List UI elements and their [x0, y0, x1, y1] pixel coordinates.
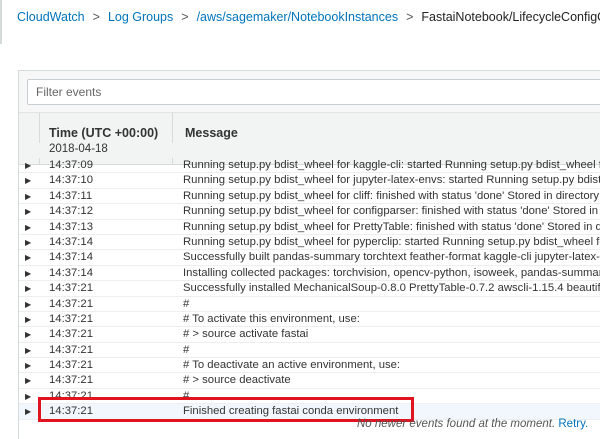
expand-caret-icon[interactable]: ▶	[25, 373, 31, 387]
log-row-time: 14:37:09	[49, 159, 93, 171]
log-row-time: 14:37:21	[49, 312, 93, 325]
log-row-message: Successfully installed MechanicalSoup-0.…	[183, 282, 600, 295]
breadcrumb-separator: >	[406, 10, 414, 24]
log-row[interactable]: ▶ 14:37:21 # > source activate fastai	[19, 327, 600, 343]
breadcrumb: CloudWatch > Log Groups > /aws/sagemaker/Not…	[0, 0, 600, 44]
log-row-message: # > source activate fastai	[183, 328, 309, 341]
expand-caret-icon[interactable]: ▶	[25, 358, 31, 372]
log-row-time: 14:37:21	[49, 374, 93, 387]
log-row-message: # To deactivate an active environment, u…	[183, 359, 401, 372]
expand-caret-icon[interactable]: ▶	[25, 389, 31, 403]
log-row-time: 14:37:14	[49, 266, 93, 279]
expand-caret-icon[interactable]: ▶	[25, 297, 31, 311]
log-row-time: 14:37:21	[49, 297, 93, 310]
breadcrumb-separator: >	[92, 10, 100, 24]
breadcrumb-link-log-group[interactable]: /aws/sagemaker/NotebookInstances	[197, 10, 399, 24]
expand-caret-icon[interactable]: ▶	[25, 312, 31, 326]
log-row[interactable]: ▶ 14:37:21 # To activate this environment,…	[19, 312, 600, 328]
log-row[interactable]: ▶ 14:37:14 Installing collected packages: …	[19, 266, 600, 282]
status-text: No newer events found at the moment.	[357, 418, 556, 430]
expand-caret-icon[interactable]: ▶	[25, 266, 31, 280]
log-row-time: 14:37:14	[49, 251, 93, 264]
log-row[interactable]: ▶ 14:37:21 # To deactivate an active envir…	[19, 358, 600, 374]
breadcrumb-link-cloudwatch[interactable]: CloudWatch	[17, 10, 85, 24]
log-row-message: # > source deactivate	[183, 374, 291, 387]
log-row[interactable]: ▶ 14:37:14 Running setup.py bdist_wheel fo…	[19, 235, 600, 251]
log-row[interactable]: ▶ 14:37:11 Running setup.py bdist_wheel fo…	[19, 189, 600, 205]
expand-caret-icon[interactable]: ▶	[25, 220, 31, 234]
log-row-message: Running setup.py bdist_wheel for cliff: …	[183, 189, 600, 202]
log-row-message: Running setup.py bdist_wheel for pypercl…	[183, 235, 600, 248]
expand-caret-icon[interactable]: ▶	[25, 189, 31, 203]
log-row-time: 14:37:10	[49, 174, 93, 187]
breadcrumb-current: FastaiNotebook/LifecycleConfigOnStart	[421, 10, 600, 24]
log-events-panel: Time (UTC +00:00) Message 2018-04-18 ▶ 14…	[18, 70, 600, 439]
log-row-message: Installing collected packages: torchvisi…	[183, 266, 600, 279]
log-row[interactable]: ▶ 14:37:12 Running setup.py bdist_wheel fo…	[19, 204, 600, 220]
expand-caret-icon[interactable]: ▶	[25, 158, 31, 172]
log-row[interactable]: ▶ 14:37:09 Running setup.py bdist_wheel fo…	[19, 158, 600, 174]
log-row[interactable]: ▶ 14:37:10 Running setup.py bdist_wheel fo…	[19, 173, 600, 189]
log-row[interactable]: ▶ 14:37:21 #	[19, 343, 600, 359]
expand-caret-icon[interactable]: ▶	[25, 235, 31, 249]
status-line: No newer events found at the moment. Ret…	[357, 418, 588, 430]
log-row-time: 14:37:21	[49, 282, 93, 295]
log-row-time: 14:37:13	[49, 220, 93, 233]
log-row-message: Running setup.py bdist_wheel for configp…	[183, 205, 600, 218]
log-row-time: 14:37:12	[49, 205, 93, 218]
breadcrumb-link-log-groups[interactable]: Log Groups	[108, 10, 173, 24]
log-row-message: Running setup.py bdist_wheel for jupyter…	[183, 174, 600, 187]
expand-caret-icon[interactable]: ▶	[25, 327, 31, 341]
expand-caret-icon[interactable]: ▶	[25, 404, 31, 418]
log-row[interactable]: ▶ 14:37:21 # > source deactivate	[19, 373, 600, 389]
log-row-message: Successfully built pandas-summary torcht…	[183, 251, 600, 264]
log-row-time: 14:37:14	[49, 235, 93, 248]
expand-caret-icon[interactable]: ▶	[25, 173, 31, 187]
log-row[interactable]: ▶ 14:37:21 #	[19, 297, 600, 312]
log-row-message: #	[183, 343, 190, 356]
expand-caret-icon[interactable]: ▶	[25, 281, 31, 295]
log-row-message: # To activate this environment, use:	[183, 312, 360, 325]
breadcrumb-separator: >	[181, 10, 189, 24]
column-header-message[interactable]: Message	[185, 126, 238, 140]
log-row-time: 14:37:21	[49, 328, 93, 341]
log-row-message: #	[183, 297, 190, 310]
log-row-time: 14:37:21	[49, 359, 93, 372]
log-row[interactable]: ▶ 14:37:14 Successfully built pandas-summa…	[19, 250, 600, 266]
log-rows: 2018-04-18 ▶ 14:37:09 Running setup.py bdi…	[19, 143, 600, 420]
retry-link[interactable]: Retry.	[558, 418, 588, 430]
log-row-time: 14:37:11	[49, 189, 93, 202]
expand-caret-icon[interactable]: ▶	[25, 204, 31, 218]
log-row-message: Running setup.py bdist_wheel for PrettyT…	[183, 220, 600, 233]
log-row[interactable]: ▶ 14:37:13 Running setup.py bdist_wheel fo…	[19, 220, 600, 235]
filter-events-input[interactable]	[27, 79, 600, 105]
column-header-time[interactable]: Time (UTC +00:00)	[49, 126, 158, 140]
expand-caret-icon[interactable]: ▶	[25, 343, 31, 357]
expand-caret-icon[interactable]: ▶	[25, 250, 31, 264]
date-group-label: 2018-04-18	[19, 143, 600, 158]
log-row-message: Running setup.py bdist_wheel for kaggle-…	[183, 159, 600, 171]
filter-bar	[19, 71, 600, 113]
log-row[interactable]: ▶ 14:37:21 Successfully installed Mechanic…	[19, 281, 600, 297]
log-row-time: 14:37:21	[49, 343, 93, 356]
